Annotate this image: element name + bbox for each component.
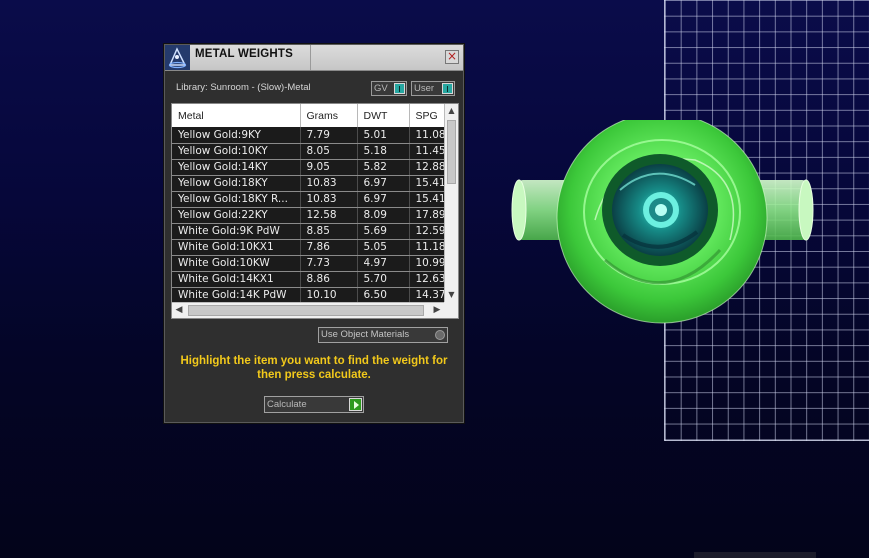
cell-grams: 8.86 bbox=[300, 271, 358, 288]
cell-metal: Yellow Gold:9KY bbox=[172, 127, 301, 144]
cell-dwt: 6.97 bbox=[357, 191, 410, 208]
cell-metal: White Gold:10KX1 bbox=[172, 239, 301, 256]
cell-spg: 12.88 bbox=[409, 159, 444, 176]
table-row[interactable]: Yellow Gold:18KY R... 10.83 6.97 15.41 bbox=[172, 191, 444, 208]
table-row[interactable]: White Gold:10KW 7.73 4.97 10.99 bbox=[172, 255, 444, 272]
cell-dwt: 4.97 bbox=[357, 255, 410, 272]
cell-spg: 11.18 bbox=[409, 239, 444, 256]
cell-dwt: 5.70 bbox=[357, 271, 410, 288]
library-label: Library: Sunroom - (Slow)-Metal bbox=[176, 82, 311, 93]
dialog-titlebar[interactable]: METAL WEIGHTS × bbox=[165, 45, 463, 71]
table-row[interactable]: Yellow Gold:14KY 9.05 5.82 12.88 bbox=[172, 159, 444, 176]
column-header-spg[interactable]: SPG bbox=[409, 104, 444, 127]
calculate-label: Calculate bbox=[267, 399, 307, 410]
scroll-left-icon[interactable]: ◀ bbox=[172, 303, 186, 318]
cell-metal: Yellow Gold:18KY R... bbox=[172, 191, 301, 208]
table-row[interactable]: Yellow Gold:10KY 8.05 5.18 11.45 bbox=[172, 143, 444, 160]
calculate-button[interactable]: Calculate bbox=[264, 396, 364, 413]
cell-dwt: 5.05 bbox=[357, 239, 410, 256]
cell-spg: 15.41 bbox=[409, 175, 444, 192]
close-icon[interactable]: × bbox=[445, 50, 459, 64]
cell-metal: Yellow Gold:18KY bbox=[172, 175, 301, 192]
cell-spg: 11.45 bbox=[409, 143, 444, 160]
cell-spg: 10.99 bbox=[409, 255, 444, 272]
vertical-scroll-thumb[interactable] bbox=[447, 120, 456, 184]
column-header-grams[interactable]: Grams bbox=[300, 104, 358, 127]
cell-dwt: 5.69 bbox=[357, 223, 410, 240]
metal-table: Metal Grams DWT SPG Yellow Gold:9KY 7.79 5… bbox=[171, 103, 459, 319]
vertical-scrollbar[interactable]: ▲ ▼ bbox=[444, 104, 458, 302]
cell-dwt: 6.50 bbox=[357, 287, 410, 302]
scroll-up-icon[interactable]: ▲ bbox=[445, 104, 458, 118]
cell-metal: White Gold:14K PdW bbox=[172, 287, 301, 302]
cell-spg: 17.89 bbox=[409, 207, 444, 224]
cell-spg: 12.63 bbox=[409, 271, 444, 288]
cell-metal: White Gold:9K PdW bbox=[172, 223, 301, 240]
scroll-down-icon[interactable]: ▼ bbox=[445, 288, 458, 302]
use-object-materials-toggle[interactable]: Use Object Materials bbox=[318, 327, 448, 343]
cell-grams: 8.05 bbox=[300, 143, 358, 160]
cell-grams: 9.05 bbox=[300, 159, 358, 176]
table-row[interactable]: White Gold:9K PdW 8.85 5.69 12.59 bbox=[172, 223, 444, 240]
gv-combo-label: GV bbox=[374, 83, 388, 94]
cell-grams: 7.86 bbox=[300, 239, 358, 256]
table-row[interactable]: Yellow Gold:9KY 7.79 5.01 11.08 bbox=[172, 127, 444, 144]
cell-metal: White Gold:14KX1 bbox=[172, 271, 301, 288]
cell-metal: Yellow Gold:10KY bbox=[172, 143, 301, 160]
cell-grams: 7.73 bbox=[300, 255, 358, 272]
cell-metal: Yellow Gold:14KY bbox=[172, 159, 301, 176]
dialog-title: METAL WEIGHTS bbox=[191, 45, 311, 70]
table-row[interactable]: White Gold:14KX1 8.86 5.70 12.63 bbox=[172, 271, 444, 288]
horizontal-scrollbar[interactable]: ◀ ▶ bbox=[172, 302, 444, 318]
cell-grams: 10.83 bbox=[300, 175, 358, 192]
metal-weights-app-icon bbox=[165, 45, 190, 70]
cell-grams: 10.83 bbox=[300, 191, 358, 208]
cell-metal: Yellow Gold:22KY bbox=[172, 207, 301, 224]
gv-dropdown-icon[interactable] bbox=[394, 83, 405, 94]
gv-combo[interactable]: GV bbox=[371, 81, 407, 96]
horizontal-scroll-thumb[interactable] bbox=[188, 305, 424, 316]
scroll-right-icon[interactable]: ▶ bbox=[430, 303, 444, 318]
user-combo[interactable]: User bbox=[411, 81, 455, 96]
cell-grams: 8.85 bbox=[300, 223, 358, 240]
play-arrow-icon[interactable] bbox=[349, 398, 362, 411]
cell-dwt: 8.09 bbox=[357, 207, 410, 224]
cell-spg: 15.41 bbox=[409, 191, 444, 208]
toggle-indicator-icon[interactable] bbox=[435, 330, 445, 340]
cell-dwt: 5.18 bbox=[357, 143, 410, 160]
cell-grams: 12.58 bbox=[300, 207, 358, 224]
table-row[interactable]: White Gold:14K PdW 10.10 6.50 14.37 bbox=[172, 287, 444, 302]
metal-weights-dialog: METAL WEIGHTS × Library: Sunroom - (Slow… bbox=[164, 44, 464, 423]
column-header-metal[interactable]: Metal bbox=[172, 104, 301, 127]
user-combo-label: User bbox=[414, 83, 435, 94]
viewport-status-strip bbox=[694, 552, 816, 558]
cell-spg: 12.59 bbox=[409, 223, 444, 240]
table-row[interactable]: White Gold:10KX1 7.86 5.05 11.18 bbox=[172, 239, 444, 256]
cell-dwt: 5.01 bbox=[357, 127, 410, 144]
instruction-text: Highlight the item you want to find the … bbox=[180, 355, 448, 381]
cell-metal: White Gold:10KW bbox=[172, 255, 301, 272]
cell-grams: 7.79 bbox=[300, 127, 358, 144]
ring-3d-model[interactable] bbox=[505, 120, 820, 325]
scroll-corner bbox=[444, 302, 458, 318]
table-row[interactable]: Yellow Gold:18KY 10.83 6.97 15.41 bbox=[172, 175, 444, 192]
cell-spg: 14.37 bbox=[409, 287, 444, 302]
user-dropdown-icon[interactable] bbox=[442, 83, 453, 94]
cell-spg: 11.08 bbox=[409, 127, 444, 144]
column-header-dwt[interactable]: DWT bbox=[357, 104, 410, 127]
use-object-materials-label: Use Object Materials bbox=[321, 329, 410, 340]
cell-dwt: 5.82 bbox=[357, 159, 410, 176]
table-row[interactable]: Yellow Gold:22KY 12.58 8.09 17.89 bbox=[172, 207, 444, 224]
table-header-row: Metal Grams DWT SPG bbox=[172, 104, 444, 127]
cell-dwt: 6.97 bbox=[357, 175, 410, 192]
cell-grams: 10.10 bbox=[300, 287, 358, 302]
